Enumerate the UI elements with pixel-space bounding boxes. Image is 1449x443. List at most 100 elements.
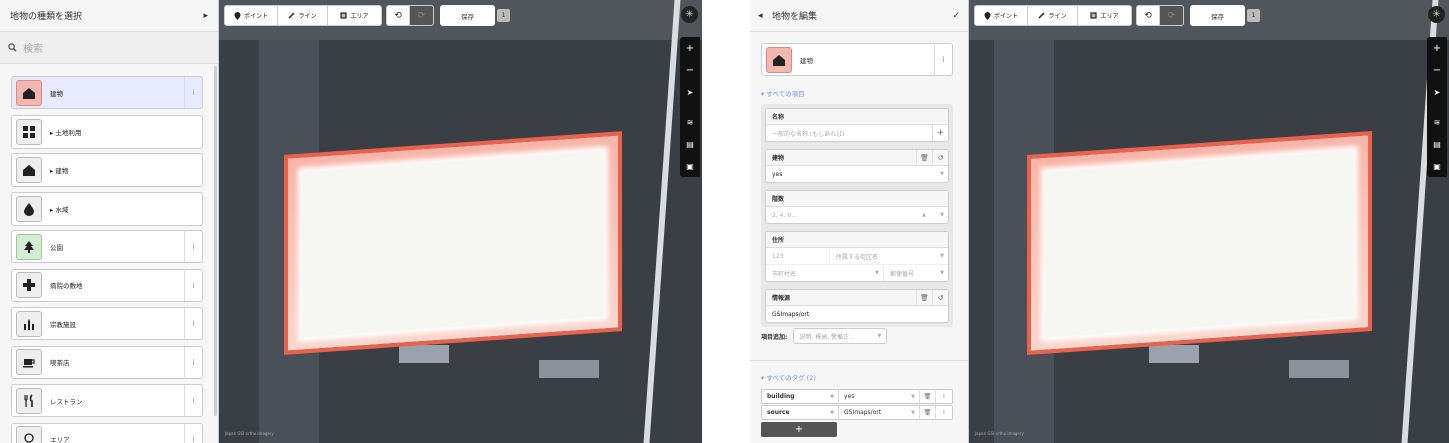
levels-input[interactable]: 2, 4, 6... ▲ ▼ xyxy=(766,207,948,223)
preset-info-button[interactable]: i xyxy=(934,44,952,75)
preset-item-park[interactable]: 公園 i xyxy=(11,230,203,263)
geolocate-button[interactable]: ➤ xyxy=(1427,81,1447,103)
add-point-button[interactable]: ポイント xyxy=(225,6,278,25)
preset-info-button[interactable]: i xyxy=(184,308,202,339)
increment-icon[interactable]: ▲ xyxy=(922,212,926,218)
add-tag-button[interactable]: + xyxy=(761,422,837,437)
housenumber-input[interactable]: 123 xyxy=(766,248,830,264)
dropdown-arrow-icon: ▼ xyxy=(911,393,915,400)
tag-value-input[interactable]: GSImaps/ort ▼ xyxy=(839,406,920,419)
save-button[interactable]: 保存 xyxy=(1190,5,1245,26)
preset-item-cafe[interactable]: 喫茶店 i xyxy=(11,345,203,379)
map-data-button[interactable]: ▤ xyxy=(1427,133,1447,155)
decrement-icon[interactable]: ▼ xyxy=(940,212,944,218)
selected-building-area[interactable] xyxy=(284,131,622,355)
zoom-out-button[interactable]: − xyxy=(680,59,700,81)
preset-info-button[interactable]: i xyxy=(184,346,202,378)
field-address: 住所 123 所属する街区名 ▼ 市町村名 ▼ 郵便番号 ▼ xyxy=(765,231,949,282)
preset-item-restaurant[interactable]: レストラン i xyxy=(11,384,203,417)
map-view-right[interactable]: ポイント ライン エリア ⟲ ⟳ 保存 1 ✳ + − ➤ ≋ ▤ ▣ Japa… xyxy=(969,0,1449,443)
selected-building-area[interactable] xyxy=(1027,130,1372,356)
preset-search-bar[interactable]: 検索 xyxy=(0,32,218,64)
field-source: 情報源 🗑 ↺ GSImaps/ort xyxy=(765,289,949,323)
preset-info-button[interactable]: i xyxy=(184,269,202,301)
search-input[interactable]: 検索 xyxy=(23,40,43,55)
satellite-imagery[interactable] xyxy=(969,0,1449,443)
preset-info-button[interactable]: i xyxy=(184,423,202,443)
selected-preset-button[interactable]: 建物 i xyxy=(761,43,953,76)
background-layers-button[interactable]: ≋ xyxy=(680,111,700,133)
forward-arrow-icon[interactable]: ▸ xyxy=(203,11,208,21)
source-input[interactable]: GSImaps/ort xyxy=(766,306,948,322)
preset-category-water[interactable]: ▸ 水域 xyxy=(11,191,203,226)
undo-field-icon[interactable]: ↺ xyxy=(932,149,948,166)
preset-label: ▸ 水域 xyxy=(50,205,69,214)
dropdown-arrow-icon: ▼ xyxy=(911,409,915,416)
undo-field-icon[interactable]: ↺ xyxy=(932,289,948,306)
preset-info-button[interactable]: i xyxy=(184,385,202,416)
undo-button[interactable]: ⟲ xyxy=(387,6,410,25)
street-placeholder: 所属する街区名 xyxy=(836,253,879,261)
city-input[interactable]: 市町村名 ▼ xyxy=(766,265,884,281)
map-data-button[interactable]: ▤ xyxy=(680,133,700,155)
add-area-button[interactable]: エリア xyxy=(328,6,381,25)
landuse-icon xyxy=(16,118,42,145)
trash-icon[interactable]: 🗑 xyxy=(916,289,932,306)
preset-info-button[interactable]: i xyxy=(184,77,202,108)
undo-button[interactable]: ⟲ xyxy=(1137,6,1160,25)
zoom-in-button[interactable]: + xyxy=(680,37,700,59)
back-arrow-icon[interactable]: ◂ xyxy=(758,11,772,21)
redo-button[interactable]: ⟳ xyxy=(410,6,433,25)
done-check-icon[interactable]: ✓ xyxy=(948,11,960,21)
all-tags-toggle[interactable]: ▾ すべてのタグ (2) xyxy=(761,372,816,382)
trash-icon[interactable]: 🗑 xyxy=(916,149,932,166)
satellite-imagery[interactable] xyxy=(219,0,702,443)
geolocate-icon: ➤ xyxy=(1433,87,1441,97)
help-button[interactable]: ▣ xyxy=(680,155,700,177)
preset-item-area[interactable]: エリア i xyxy=(11,422,203,443)
map-view-left[interactable]: ポイント ライン エリア ⟲ ⟳ 保存 1 ✳ + − ➤ ≋ ▤ ▣ Japa… xyxy=(219,0,702,443)
sidebar-scrollbar[interactable] xyxy=(214,66,217,416)
add-point-label: ポイント xyxy=(993,13,1018,20)
info-icon[interactable]: i xyxy=(936,406,952,419)
postcode-input[interactable]: 郵便番号 ▼ xyxy=(884,265,948,281)
add-feature-group: ポイント ライン エリア xyxy=(974,5,1132,26)
point-icon xyxy=(984,11,991,20)
add-line-button[interactable]: ライン xyxy=(278,6,328,25)
tag-key-input[interactable]: source ▼ xyxy=(762,406,839,419)
add-field-combo[interactable]: 説明, 標高, 警備正... ▼ xyxy=(793,328,888,344)
zoom-out-button[interactable]: − xyxy=(1427,59,1447,81)
street-input[interactable]: 所属する街区名 ▼ xyxy=(830,248,948,264)
name-input[interactable]: 一般的な名称 (もしあれば) + xyxy=(766,125,948,141)
add-line-button[interactable]: ライン xyxy=(1028,6,1078,25)
preset-item-place-of-worship[interactable]: 宗教施設 i xyxy=(11,307,203,340)
zoom-in-button[interactable]: + xyxy=(1427,37,1447,59)
preset-label: ▸ 建物 xyxy=(50,167,69,175)
redo-button[interactable]: ⟳ xyxy=(1160,6,1183,25)
preset-label: 宗教施設 xyxy=(50,320,76,329)
add-localized-name-button[interactable]: + xyxy=(932,125,948,141)
tag-value-input[interactable]: yes ▼ xyxy=(839,390,920,403)
city-placeholder: 市町村名 xyxy=(772,270,797,278)
info-icon[interactable]: i xyxy=(936,390,952,403)
preset-category-building[interactable]: ▸ 建物 xyxy=(11,153,203,187)
all-fields-toggle[interactable]: ▾ すべての項目 xyxy=(761,88,805,98)
preset-info-button[interactable]: i xyxy=(184,231,202,262)
help-button[interactable]: ▣ xyxy=(1427,155,1447,177)
save-button[interactable]: 保存 xyxy=(440,5,495,26)
water-icon xyxy=(16,195,42,222)
preset-category-landuse[interactable]: ▸ 土地利用 xyxy=(11,114,203,149)
trash-icon[interactable]: 🗑 xyxy=(920,390,936,403)
tag-key-input[interactable]: building ▼ xyxy=(762,390,839,403)
preset-item-hospital[interactable]: 病院の敷地 i xyxy=(11,268,203,302)
background-layers-button[interactable]: ≋ xyxy=(1427,111,1447,133)
add-area-button[interactable]: エリア xyxy=(1078,6,1131,25)
add-point-button[interactable]: ポイント xyxy=(975,6,1028,25)
building-combo[interactable]: yes ▼ xyxy=(766,166,948,182)
trash-icon[interactable]: 🗑 xyxy=(920,406,936,419)
loading-spinner-icon: ✳ xyxy=(681,6,698,23)
area-icon xyxy=(340,12,348,19)
geolocate-button[interactable]: ➤ xyxy=(680,81,700,103)
field-label: 住所 xyxy=(772,237,785,244)
preset-item-building[interactable]: 建物 i xyxy=(11,76,203,109)
